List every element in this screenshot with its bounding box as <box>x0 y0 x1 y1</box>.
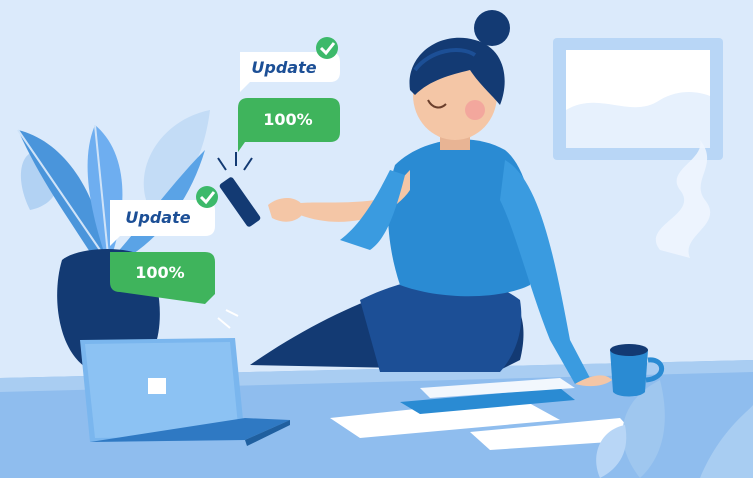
update-label: Update <box>251 58 316 77</box>
progress-label: 100% <box>135 263 184 282</box>
illustration-scene: Update 100% Update 100% <box>0 0 753 478</box>
illustration: Update 100% Update 100% <box>0 0 753 478</box>
check-icon <box>196 186 218 208</box>
check-icon <box>316 37 338 59</box>
progress-label: 100% <box>263 110 312 129</box>
update-label: Update <box>125 208 190 227</box>
window-icon <box>553 38 723 160</box>
